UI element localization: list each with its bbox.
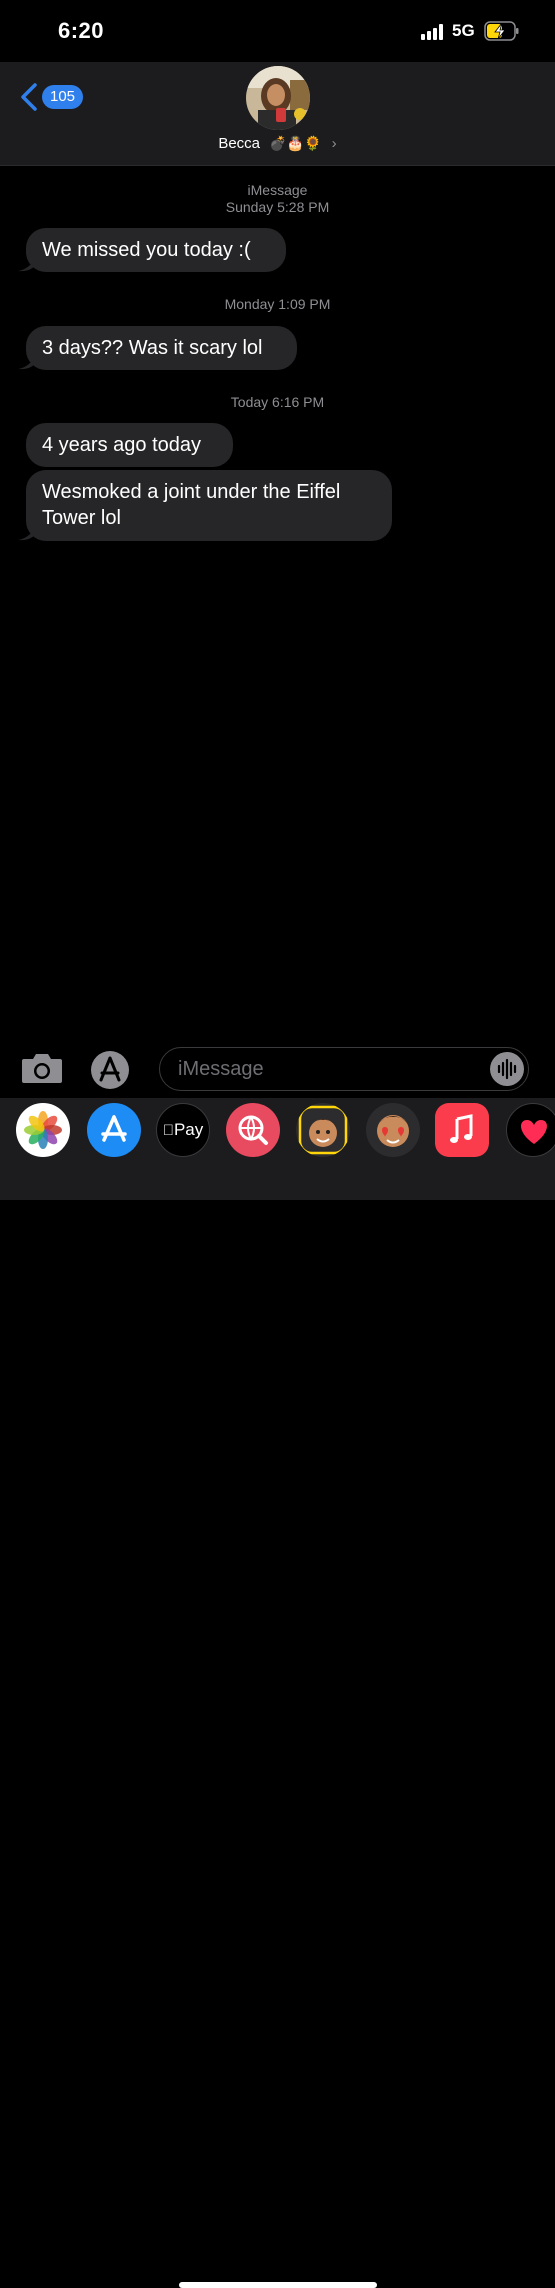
memoji-face	[298, 1105, 348, 1155]
photos-icon[interactable]	[16, 1103, 70, 1157]
status-time: 6:20	[58, 18, 105, 43]
message-bubble-received[interactable]: 4 years ago today	[26, 423, 233, 467]
unread-count-badge: 105	[42, 85, 84, 109]
app-drawer:  Pay	[0, 1098, 555, 2288]
timestamp: Monday 1:09 PM	[224, 296, 331, 312]
memoji-sticker-icon[interactable]	[366, 1103, 420, 1157]
memoji-sticker-face	[377, 1115, 409, 1147]
timestamp: Today 6:16 PM	[230, 394, 325, 410]
message-bubble-received[interactable]: We missed you today :(	[26, 228, 286, 272]
chevron-right-icon: ›	[331, 135, 337, 152]
network-type: 5G	[452, 21, 475, 40]
audio-message-button[interactable]	[490, 1052, 524, 1086]
message-bubble-received[interactable]: 3 days?? Was it scary lol	[26, 326, 297, 370]
battery-charging-icon	[484, 21, 519, 41]
conversation-header: 105 Becca 💣🎂🌻 ›	[0, 62, 555, 166]
timestamp: Sunday 5:28 PM	[225, 199, 330, 215]
camera-icon[interactable]	[20, 1051, 64, 1085]
status-bar: 6:20 5G	[0, 0, 555, 62]
globe-search-glyph	[238, 1115, 268, 1145]
message-input-field[interactable]	[159, 1047, 529, 1091]
contact-avatar[interactable]	[246, 66, 310, 130]
service-label: iMessage	[247, 182, 308, 198]
image-search-icon[interactable]	[226, 1103, 280, 1157]
music-icon[interactable]	[435, 1103, 489, 1157]
memoji-icon[interactable]	[296, 1103, 350, 1157]
contact-name-button[interactable]: Becca 💣🎂🌻 ›	[0, 135, 555, 152]
photos-flower	[24, 1111, 62, 1149]
app-store-icon[interactable]	[87, 1103, 141, 1157]
contact-emojis: 💣🎂🌻	[269, 135, 322, 151]
apple-pay-label: Pay	[168, 1120, 203, 1139]
avatar-photo	[246, 66, 310, 130]
digital-touch-icon[interactable]	[506, 1103, 555, 1157]
contact-name: Becca	[218, 135, 261, 152]
apple-pay-icon[interactable]:  Pay	[156, 1103, 210, 1157]
music-note-glyph	[450, 1114, 473, 1143]
message-composer	[0, 1040, 555, 1098]
app-store-glyph	[101, 1115, 127, 1142]
apple-logo-icon: 	[163, 1122, 174, 1139]
heart-glyph	[521, 1120, 547, 1144]
waveform-icon	[497, 1058, 517, 1080]
message-input[interactable]	[176, 1048, 480, 1091]
message-bubble-received[interactable]: Wesmoked a joint under the Eiffel Tower …	[26, 470, 392, 541]
home-indicator[interactable]	[179, 2282, 377, 2288]
back-button[interactable]: 105	[18, 82, 84, 112]
chevron-left-icon	[21, 83, 37, 111]
cellular-signal-icon	[421, 24, 443, 40]
app-store-drawer-icon[interactable]	[90, 1050, 130, 1090]
